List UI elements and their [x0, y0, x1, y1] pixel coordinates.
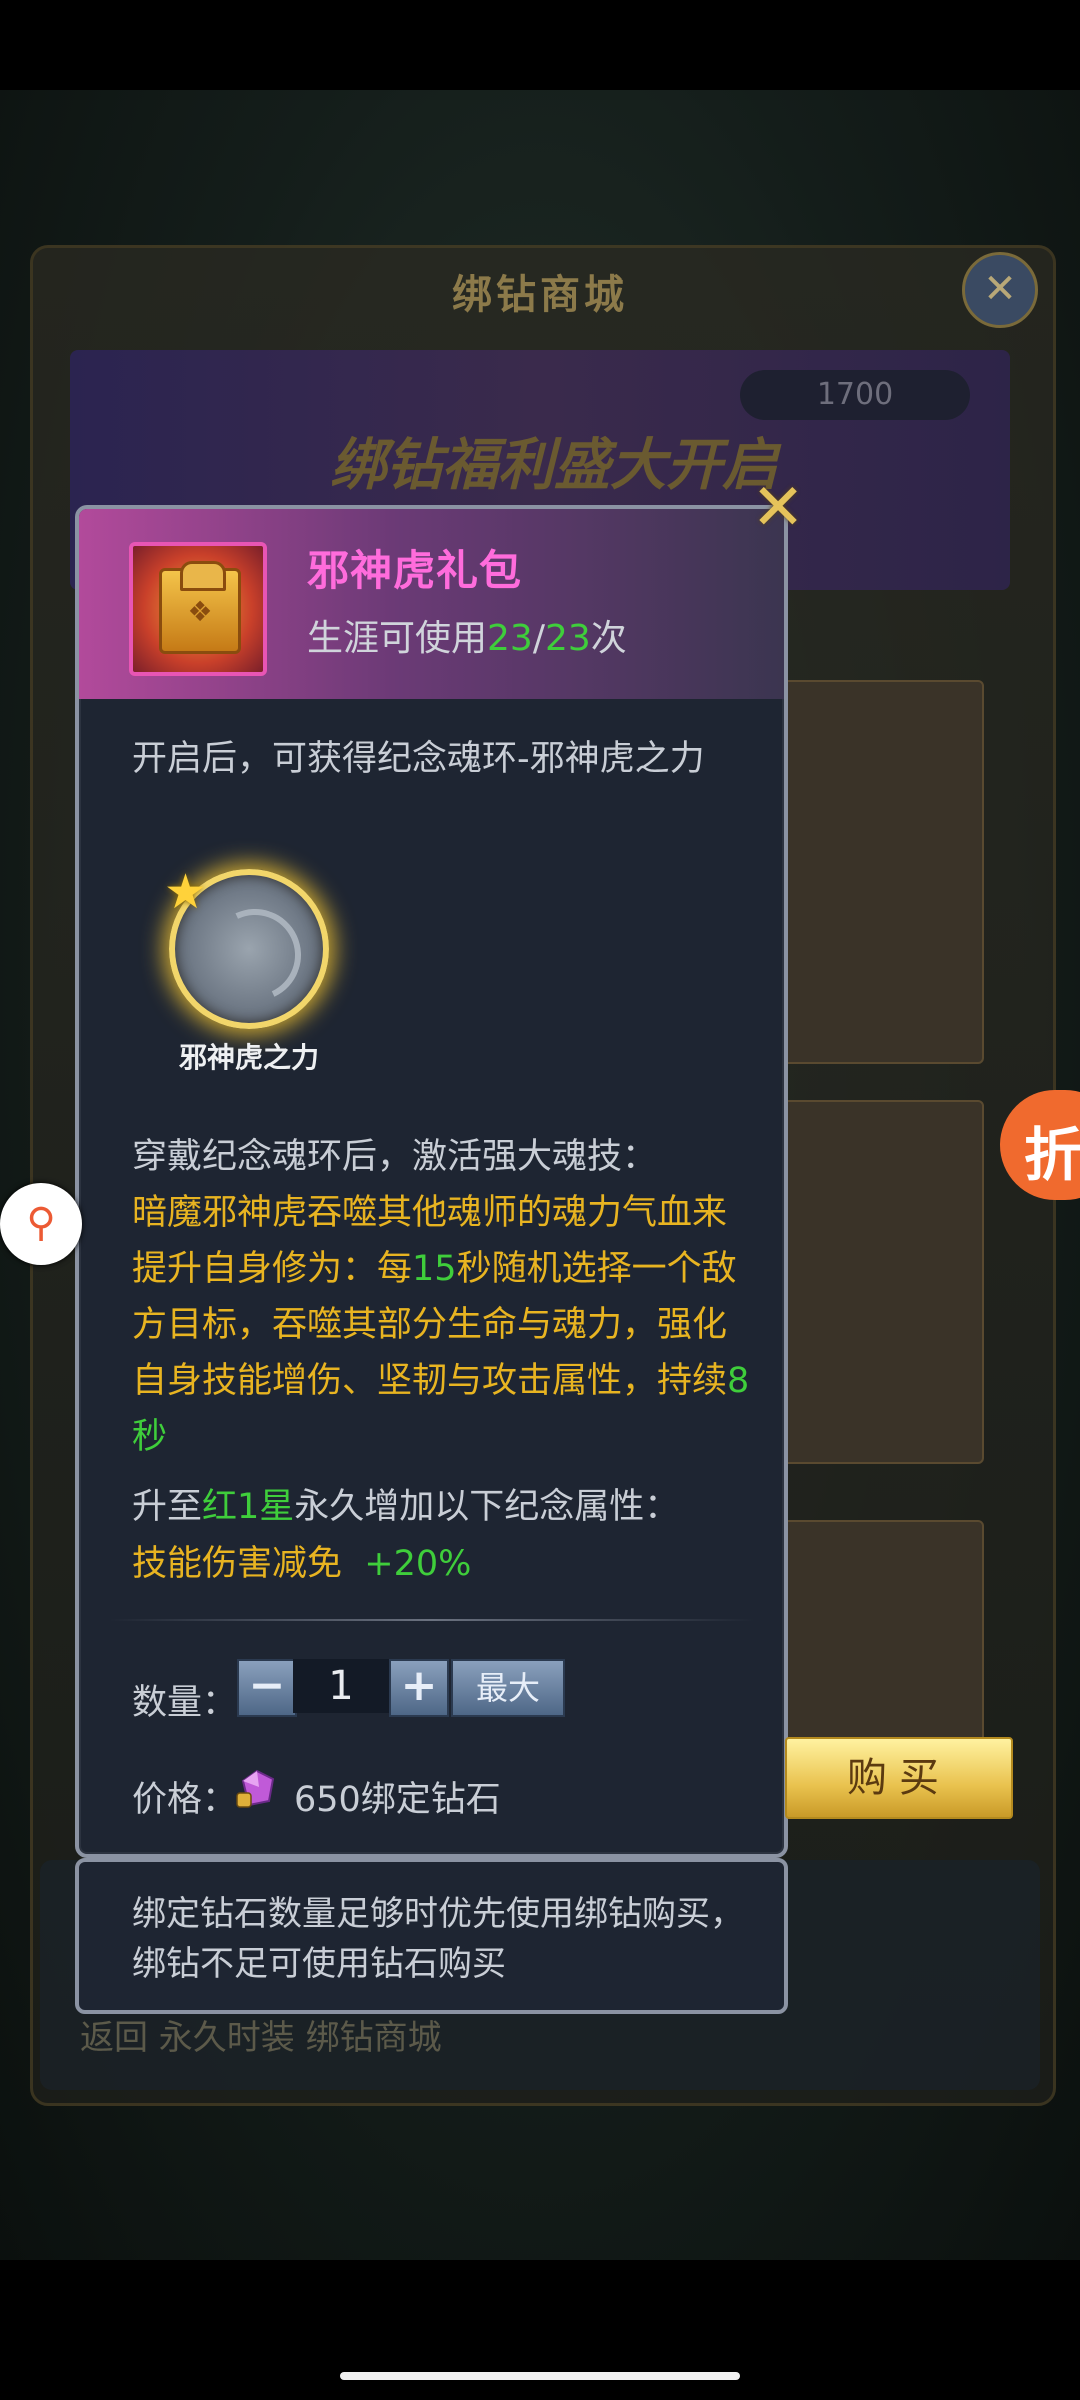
gift-box-body: ❖	[159, 561, 241, 654]
ring-swirl	[196, 896, 314, 1014]
star-icon: ★	[164, 864, 208, 920]
store-tabs: 返回 永久时装 绑钻商城	[80, 2018, 442, 2058]
usage-separator: /	[532, 618, 545, 659]
skill-effect: 暗魔邪神虎吞噬其他魂师的魂力气血来提升自身修为：每15秒随机选择一个敌方目标，吞…	[132, 1193, 749, 1457]
store-title: 绑钻商城	[452, 272, 628, 318]
store-close-icon: ✕	[962, 252, 1038, 328]
purchase-tip-text: 绑定钻石数量足够时优先使用绑钻购买，绑钻不足可使用钻石购买	[132, 1894, 744, 1984]
store-balance: 1700	[740, 370, 970, 420]
bonus-value: +20%	[364, 1544, 472, 1584]
upgrade-suffix: 永久增加以下纪念属性：	[294, 1487, 680, 1527]
usage-prefix: 生涯可使用	[307, 618, 488, 659]
rocket-icon: ⚲	[26, 1200, 56, 1246]
item-description: 开启后，可获得纪念魂环-邪神虎之力	[132, 739, 705, 779]
usage-suffix: 次	[590, 618, 627, 659]
bonus-name: 技能伤害减免	[132, 1544, 343, 1584]
usage-limit: 生涯可使用23/23次	[307, 609, 627, 661]
skill-interval: 15	[412, 1249, 457, 1289]
buy-button[interactable]: 购买	[785, 1737, 1013, 1819]
increase-quantity-button[interactable]: +	[389, 1659, 449, 1717]
close-icon[interactable]: ✕	[748, 476, 808, 540]
upgrade-info: 升至红1星永久增加以下纪念属性：	[132, 1479, 752, 1535]
price-label: 价格：	[132, 1780, 238, 1820]
store-card	[780, 1100, 984, 1464]
quantity-label: 数量：	[132, 1683, 238, 1723]
quantity-input[interactable]: 1	[293, 1659, 389, 1713]
purchase-tip-box: 绑定钻石数量足够时优先使用绑钻购买，绑钻不足可使用钻石购买	[75, 1858, 788, 2014]
dialog-header: ❖ 邪神虎礼包 生涯可使用23/23次	[79, 509, 784, 699]
store-card	[780, 1520, 984, 1754]
skill-description: 穿戴纪念魂环后，激活强大魂技： 暗魔邪神虎吞噬其他魂师的魂力气血来提升自身修为：每…	[132, 1129, 752, 1465]
soul-ring-name: 邪神虎之力	[178, 1041, 319, 1074]
gift-emblem-icon: ❖	[187, 595, 213, 628]
skill-intro: 穿戴纪念魂环后，激活强大魂技：	[132, 1137, 658, 1177]
gift-bow	[180, 561, 226, 591]
home-indicator[interactable]	[340, 2372, 740, 2380]
item-title: 邪神虎礼包	[307, 546, 523, 595]
usage-current: 23	[487, 618, 533, 659]
price-value: 650绑定钻石	[294, 1780, 501, 1820]
discount-badge: 折	[1024, 1121, 1080, 1189]
attribute-bonus: 技能伤害减免 +20%	[132, 1535, 471, 1586]
upgrade-level: 红1星	[202, 1487, 295, 1527]
bound-diamond-icon	[236, 1769, 275, 1808]
store-card	[780, 680, 984, 1064]
max-quantity-button[interactable]: 最大	[451, 1659, 565, 1717]
usage-total: 23	[544, 618, 591, 659]
store-banner-text: 绑钻福利盛大开启	[330, 433, 778, 498]
item-detail-dialog: ❖ 邪神虎礼包 生涯可使用23/23次 开启后，可获得纪念魂环-邪神虎之力 ★ …	[75, 505, 788, 1858]
decrease-quantity-button[interactable]: −	[237, 1659, 297, 1717]
divider	[109, 1619, 754, 1621]
gift-box-icon: ❖	[129, 542, 267, 676]
upgrade-prefix: 升至	[132, 1487, 203, 1527]
floating-assistant-button[interactable]: ⚲	[0, 1183, 82, 1265]
